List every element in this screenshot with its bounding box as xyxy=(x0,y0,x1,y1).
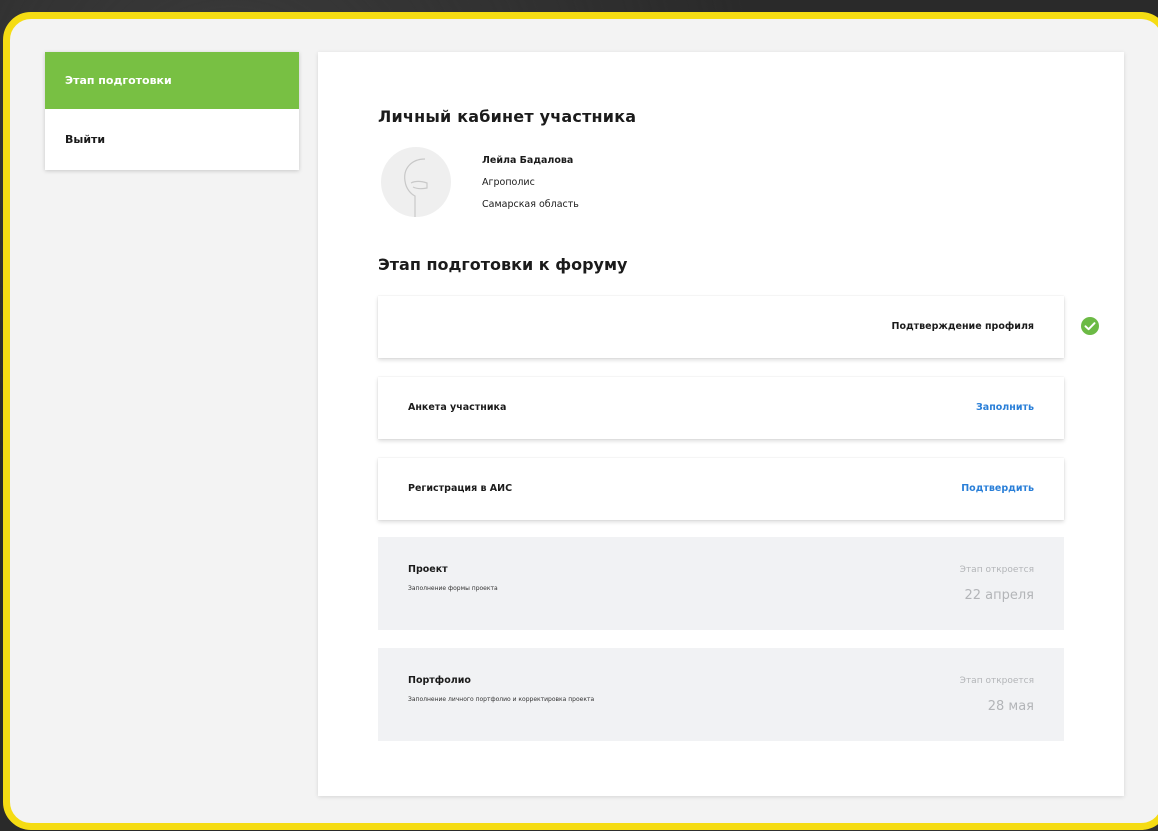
profile-info: Лейла Бадалова Агрополис Самарская облас… xyxy=(482,150,579,216)
step-questionnaire: Анкета участника Заполнить xyxy=(378,377,1064,439)
profile-organization: Агрополис xyxy=(482,177,535,188)
check-circle-icon xyxy=(1081,317,1099,335)
step-label: Регистрация в АИС xyxy=(408,483,513,494)
page-title: Личный кабинет участника xyxy=(378,107,637,126)
step-label: Анкета участника xyxy=(408,402,507,413)
locked-step-date: 22 апреля xyxy=(964,588,1034,603)
locked-step-opens-label: Этап откроется xyxy=(959,676,1034,686)
sidebar-item-logout[interactable]: Выйти xyxy=(45,109,299,170)
confirm-link[interactable]: Подтвердить xyxy=(961,483,1034,494)
locked-step-portfolio: Портфолио Заполнение личного портфолио и… xyxy=(378,648,1064,741)
stage-title: Этап подготовки к форуму xyxy=(378,255,628,274)
locked-step-project: Проект Заполнение формы проекта Этап отк… xyxy=(378,537,1064,630)
step-ais-registration: Регистрация в АИС Подтвердить xyxy=(378,458,1064,520)
step-profile-confirmation: Подтверждение профиля xyxy=(378,296,1064,358)
sidebar-item-label: Выйти xyxy=(65,133,106,146)
step-label: Подтверждение профиля xyxy=(891,321,1034,332)
sidebar-item-label: Этап подготовки xyxy=(65,74,172,87)
locked-step-date: 28 мая xyxy=(987,699,1034,714)
sidebar: Этап подготовки Выйти xyxy=(45,52,299,170)
locked-step-title: Портфолио xyxy=(408,675,471,686)
sidebar-item-preparation[interactable]: Этап подготовки xyxy=(45,52,299,109)
profile-name: Лейла Бадалова xyxy=(482,155,574,166)
locked-step-subtitle: Заполнение личного портфолио и корректир… xyxy=(408,696,595,703)
locked-step-subtitle: Заполнение формы проекта xyxy=(408,585,498,592)
fill-link[interactable]: Заполнить xyxy=(976,402,1034,413)
locked-step-title: Проект xyxy=(408,564,448,575)
profile-region: Самарская область xyxy=(482,199,579,210)
main-panel: Личный кабинет участника Лейла Бадалова … xyxy=(318,52,1124,796)
locked-step-opens-label: Этап откроется xyxy=(959,565,1034,575)
avatar-placeholder-icon xyxy=(381,147,451,217)
